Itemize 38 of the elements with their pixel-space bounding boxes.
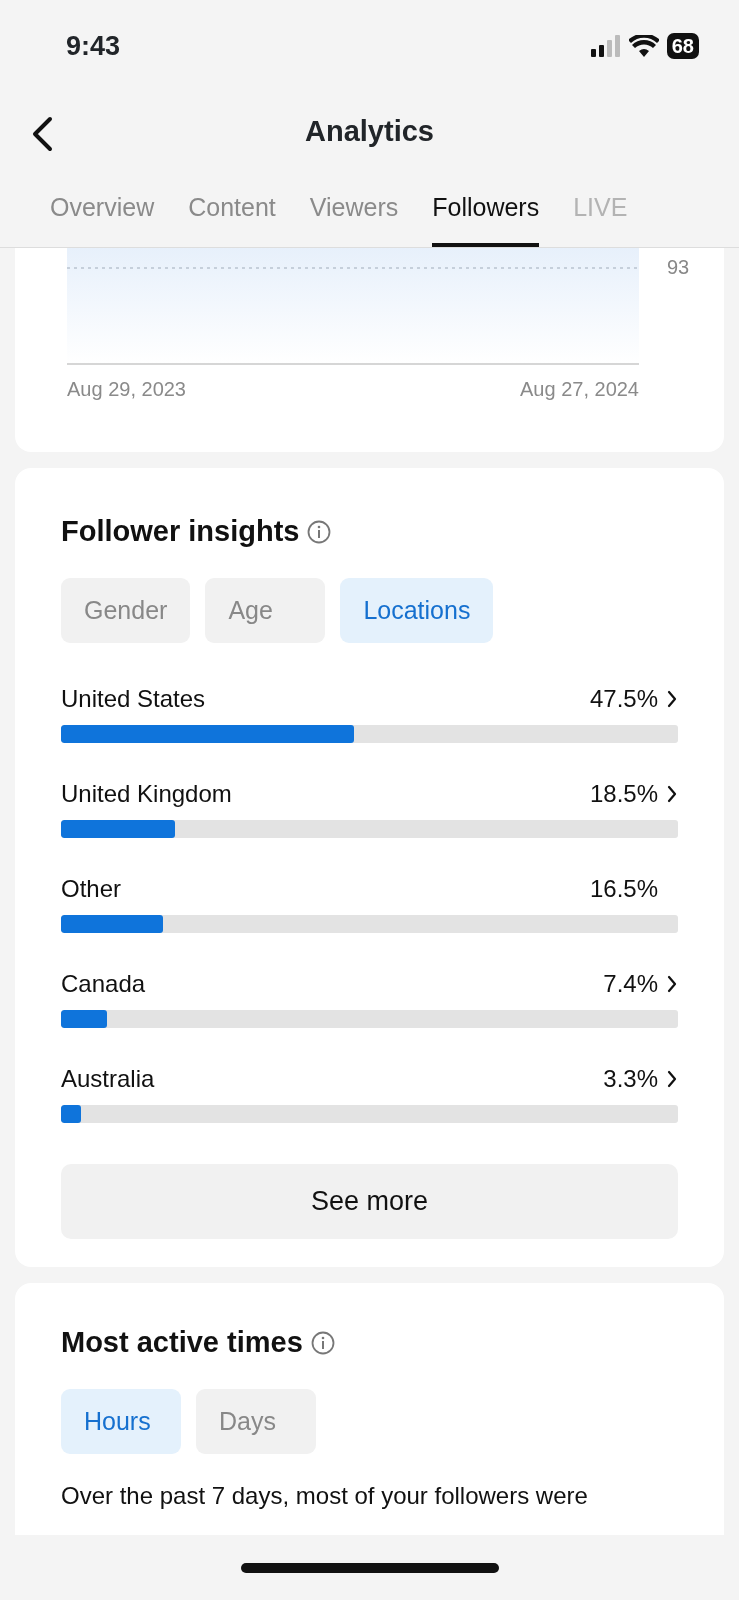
percentage: 16.5% xyxy=(589,874,658,904)
axis-value: 93 xyxy=(667,255,690,280)
filter-chip[interactable]: Days xyxy=(196,1388,316,1454)
tab[interactable]: LIVE xyxy=(573,172,628,247)
country-name: Canada xyxy=(61,969,146,999)
section-title: Most active times xyxy=(61,1325,303,1360)
tab[interactable]: Overview xyxy=(50,172,155,247)
axis-date: Aug 29, 2023 xyxy=(67,377,186,402)
tab[interactable]: Content xyxy=(188,172,276,247)
chevron-right-icon[interactable] xyxy=(666,784,678,804)
chevron-right-icon[interactable] xyxy=(666,689,678,709)
status-time: 9:43 xyxy=(66,29,121,63)
percentage: 47.5% xyxy=(589,684,658,714)
section-title: Follower insights xyxy=(61,514,300,549)
page-title: Analytics xyxy=(305,114,434,150)
battery-indicator: 68 xyxy=(666,33,699,59)
wifi-icon xyxy=(628,35,659,57)
info-icon[interactable] xyxy=(307,519,332,544)
home-indicator[interactable] xyxy=(240,1562,499,1573)
country-name: United States xyxy=(61,684,206,714)
filter-chip[interactable]: Locations xyxy=(340,577,494,643)
chevron-right-icon[interactable] xyxy=(666,1069,678,1089)
percentage: 3.3% xyxy=(603,1064,658,1094)
info-icon[interactable] xyxy=(310,1330,335,1355)
see-more-button[interactable]: See more xyxy=(61,1164,678,1239)
percentage: 7.4% xyxy=(603,969,658,999)
filter-chip[interactable]: Gender xyxy=(61,577,191,643)
tab[interactable]: Viewers xyxy=(309,172,399,247)
country-name: Australia xyxy=(61,1064,155,1094)
filter-chip[interactable]: Hours xyxy=(61,1388,181,1454)
chevron-right-icon[interactable] xyxy=(666,974,678,994)
percentage: 18.5% xyxy=(589,779,658,809)
summary-text: Over the past 7 days, most of your followers were xyxy=(61,1481,589,1511)
country-name: Other xyxy=(61,874,122,904)
axis-date: Aug 27, 2024 xyxy=(520,377,639,402)
filter-chip[interactable]: Age xyxy=(205,577,326,643)
signal-icon xyxy=(590,35,621,57)
country-name: United Kingdom xyxy=(61,779,232,809)
